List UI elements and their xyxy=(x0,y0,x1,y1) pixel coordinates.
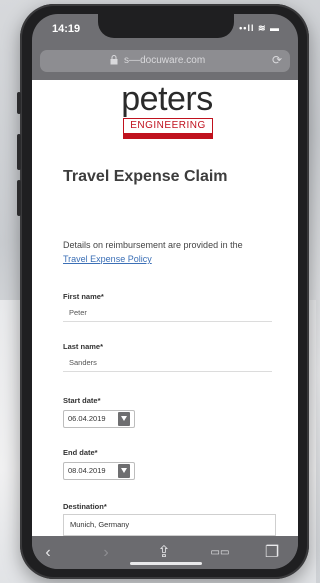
logo-word: peters xyxy=(121,80,213,118)
status-time: 14:19 xyxy=(52,23,81,35)
company-logo: peters ENGINEERING xyxy=(115,80,219,144)
tabs-icon[interactable]: ❐ xyxy=(262,543,282,563)
volume-up-button xyxy=(17,134,21,170)
start-date-value: 06.04.2019 xyxy=(68,414,106,423)
end-date-dropdown-button[interactable] xyxy=(118,464,130,478)
status-icons: ••ll ≋ ▬ xyxy=(239,23,280,33)
forward-icon[interactable]: › xyxy=(96,543,116,563)
last-name-field[interactable]: Sanders xyxy=(63,354,272,372)
phone-screen: 14:19 ••ll ≋ ▬ s––docuware.com ⟳ peters … xyxy=(32,14,298,569)
first-name-label: First name* xyxy=(63,292,104,301)
last-name-label: Last name* xyxy=(63,342,104,351)
end-date-value: 08.04.2019 xyxy=(68,466,106,475)
logo-bar xyxy=(123,134,213,139)
destination-label: Destination* xyxy=(63,502,107,511)
end-date-label: End date* xyxy=(63,448,98,457)
back-icon[interactable]: ‹ xyxy=(38,543,58,563)
first-name-field[interactable]: Peter xyxy=(63,304,272,322)
webpage: peters ENGINEERING Travel Expense Claim … xyxy=(32,80,298,536)
volume-down-button xyxy=(17,180,21,216)
start-date-label: Start date* xyxy=(63,396,101,405)
destination-field[interactable]: Munich, Germany xyxy=(63,514,276,536)
bookmarks-icon[interactable]: ▭▭ xyxy=(210,543,230,563)
chevron-down-icon xyxy=(121,468,127,473)
status-bar: 14:19 ••ll ≋ ▬ xyxy=(32,14,298,46)
notch xyxy=(98,14,234,38)
end-date-field[interactable]: 08.04.2019 xyxy=(63,462,135,480)
page-title: Travel Expense Claim xyxy=(63,168,228,185)
chevron-down-icon xyxy=(121,416,127,421)
url-text: s––docuware.com xyxy=(124,55,206,66)
start-date-dropdown-button[interactable] xyxy=(118,412,130,426)
lock-icon xyxy=(110,55,118,65)
start-date-field[interactable]: 06.04.2019 xyxy=(63,410,135,428)
intro-text: Details on reimbursement are provided in… xyxy=(63,238,283,266)
travel-policy-link[interactable]: Travel Expense Policy xyxy=(63,254,152,264)
intro-sentence: Details on reimbursement are provided in… xyxy=(63,240,243,250)
home-indicator xyxy=(130,562,202,565)
reload-icon[interactable]: ⟳ xyxy=(272,53,282,67)
logo-subtitle: ENGINEERING xyxy=(123,118,213,134)
share-icon[interactable]: ⇪ xyxy=(154,543,174,563)
address-bar[interactable]: s––docuware.com ⟳ xyxy=(40,50,290,72)
mute-switch xyxy=(17,92,21,114)
